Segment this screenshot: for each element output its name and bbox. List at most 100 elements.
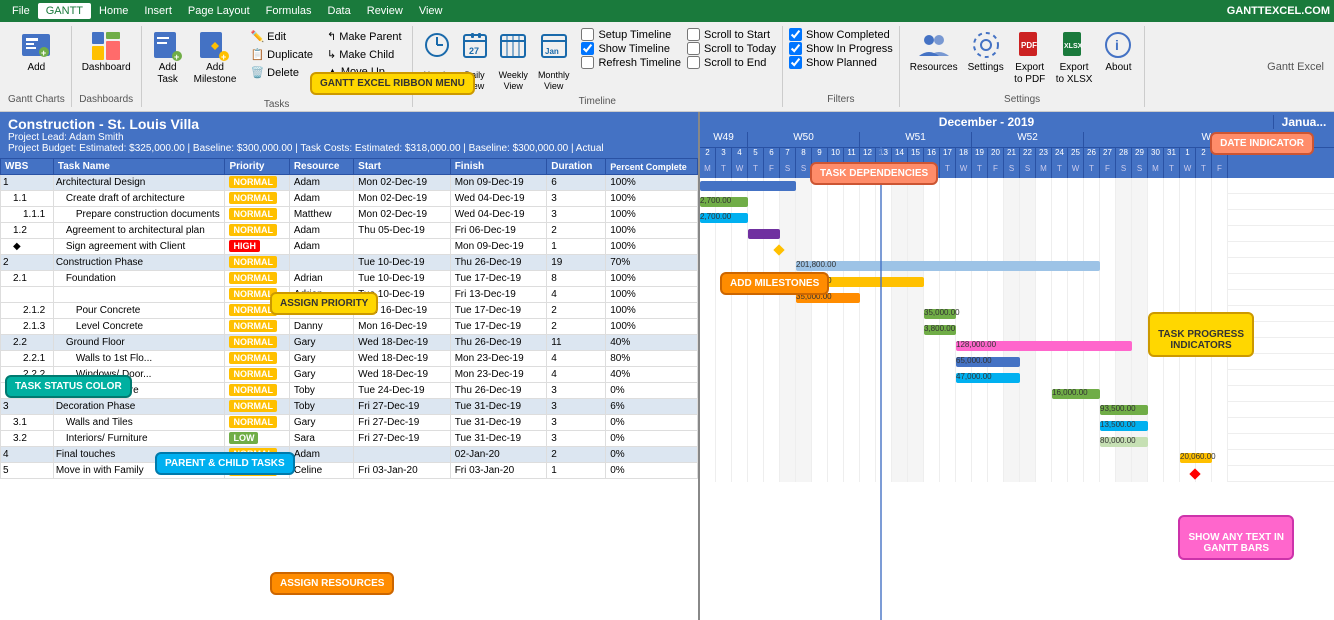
gantt-cell: [908, 290, 924, 306]
resources-button[interactable]: Resources: [906, 28, 962, 76]
export-pdf-button[interactable]: PDF Exportto PDF: [1010, 28, 1050, 88]
weekly-view-icon: [499, 30, 527, 70]
task-dependencies-callout: TASK DEPENDENCIES: [810, 162, 938, 185]
menu-page-layout[interactable]: Page Layout: [180, 3, 258, 19]
show-planned-checkbox[interactable]: Show Planned: [789, 56, 893, 69]
col-task-name: Task Name: [53, 159, 225, 175]
wbs-cell: 1: [1, 175, 54, 191]
menu-data[interactable]: Data: [320, 3, 359, 19]
col-pct: Percent Complete: [606, 159, 698, 175]
gantt-cell: [764, 434, 780, 450]
gantt-cell: [1212, 210, 1228, 226]
filters-group-label: Filters: [827, 92, 854, 105]
show-in-progress-checkbox[interactable]: Show In Progress: [789, 42, 893, 55]
scroll-to-start-checkbox[interactable]: Scroll to Start: [687, 28, 776, 41]
gantt-cell: [812, 354, 828, 370]
task-progress-text: TASK PROGRESS INDICATORS: [1158, 329, 1244, 351]
gantt-cell: [1052, 290, 1068, 306]
make-parent-button[interactable]: ↰Make Parent: [323, 28, 406, 45]
show-completed-checkbox[interactable]: Show Completed: [789, 28, 893, 41]
gantt-cell: [1020, 226, 1036, 242]
scroll-to-today-checkbox[interactable]: Scroll to Today: [687, 42, 776, 55]
add-button[interactable]: + Add: [16, 28, 56, 76]
monthly-view-button[interactable]: Jan MonthlyView: [534, 28, 574, 94]
gantt-cell: [1196, 434, 1212, 450]
show-planned-input[interactable]: [789, 56, 802, 69]
table-row[interactable]: ◆ Sign agreement with Client HIGH Adam M…: [1, 239, 698, 255]
setup-timeline-checkbox[interactable]: Setup Timeline: [581, 28, 681, 41]
table-row[interactable]: 4 Final touches NORMAL Adam 02-Jan-20 2 …: [1, 447, 698, 463]
menu-insert[interactable]: Insert: [136, 3, 180, 19]
menu-file[interactable]: File: [4, 3, 38, 19]
table-row[interactable]: 2.1.3 Level Concrete NORMAL Danny Mon 16…: [1, 319, 698, 335]
gantt-cell: [1212, 274, 1228, 290]
priority-cell: NORMAL: [225, 351, 289, 367]
gantt-cell: [1100, 258, 1116, 274]
day-sub: S: [780, 164, 796, 178]
make-parent-label: Make Parent: [339, 31, 401, 43]
table-row[interactable]: 1.2 Agreement to architectural plan NORM…: [1, 223, 698, 239]
scroll-to-end-input[interactable]: [687, 56, 700, 69]
show-in-progress-input[interactable]: [789, 42, 802, 55]
table-row[interactable]: 2.1 Foundation NORMAL Adrian Tue 10-Dec-…: [1, 271, 698, 287]
table-row[interactable]: 1 Architectural Design NORMAL Adam Mon 0…: [1, 175, 698, 191]
edit-button[interactable]: ✏️Edit: [246, 28, 317, 45]
menu-home[interactable]: Home: [91, 3, 136, 19]
gantt-cell: [892, 402, 908, 418]
menu-review[interactable]: Review: [359, 3, 411, 19]
svg-text:PDF: PDF: [1021, 41, 1037, 50]
gantt-cell: [700, 258, 716, 274]
refresh-timeline-input[interactable]: [581, 56, 594, 69]
show-timeline-checkbox[interactable]: Show Timeline: [581, 42, 681, 55]
table-row[interactable]: 3 Decoration Phase NORMAL Toby Fri 27-De…: [1, 399, 698, 415]
show-timeline-input[interactable]: [581, 42, 594, 55]
make-child-button[interactable]: ↳Make Child: [323, 46, 406, 63]
dashboard-button[interactable]: Dashboard: [78, 28, 135, 76]
delete-button[interactable]: 🗑️Delete: [246, 64, 317, 81]
day-header: 7: [780, 148, 796, 164]
gantt-cell: [1100, 242, 1116, 258]
weekly-view-button[interactable]: WeeklyView: [495, 28, 532, 94]
svg-text:XLSX: XLSX: [1064, 43, 1083, 50]
gantt-cell: [844, 386, 860, 402]
duplicate-button[interactable]: 📋Duplicate: [246, 46, 317, 63]
gantt-cell: [1004, 402, 1020, 418]
setup-timeline-input[interactable]: [581, 28, 594, 41]
table-row[interactable]: 2.2 Ground Floor NORMAL Gary Wed 18-Dec-…: [1, 335, 698, 351]
table-row[interactable]: 1.1.1 Prepare construction documents NOR…: [1, 207, 698, 223]
task-name-cell: Walls and Tiles: [53, 415, 225, 431]
settings-button[interactable]: Settings: [964, 28, 1008, 76]
table-row[interactable]: 3.1 Walls and Tiles NORMAL Gary Fri 27-D…: [1, 415, 698, 431]
table-row[interactable]: 1.1 Create draft of architecture NORMAL …: [1, 191, 698, 207]
add-task-button[interactable]: + AddTask: [148, 28, 188, 88]
menu-view[interactable]: View: [411, 3, 451, 19]
show-completed-input[interactable]: [789, 28, 802, 41]
start-cell: Fri 27-Dec-19: [354, 399, 451, 415]
about-button[interactable]: i About: [1098, 28, 1138, 76]
menu-gantt[interactable]: GANTT: [38, 3, 91, 19]
task-name-cell: Create draft of architecture: [53, 191, 225, 207]
scroll-to-start-input[interactable]: [687, 28, 700, 41]
gantt-cell: [732, 450, 748, 466]
table-row[interactable]: 2.2.1 Walls to 1st Flo... NORMAL Gary We…: [1, 351, 698, 367]
task-progress-callout: TASK PROGRESS INDICATORS: [1148, 312, 1254, 357]
add-milestone-label: AddMilestone: [194, 62, 237, 86]
scroll-to-today-input[interactable]: [687, 42, 700, 55]
gantt-cell: [700, 226, 716, 242]
table-row[interactable]: 2 Construction Phase NORMAL Tue 10-Dec-1…: [1, 255, 698, 271]
scroll-to-end-checkbox[interactable]: Scroll to End: [687, 56, 776, 69]
menu-formulas[interactable]: Formulas: [258, 3, 320, 19]
add-milestone-button[interactable]: + AddMilestone: [190, 28, 241, 88]
gantt-cell: [1020, 450, 1036, 466]
gantt-cell: [972, 274, 988, 290]
table-row[interactable]: 5 Move in with Family NORMAL Celine Fri …: [1, 463, 698, 479]
gantt-cell: [748, 194, 764, 210]
refresh-timeline-checkbox[interactable]: Refresh Timeline: [581, 56, 681, 69]
col-duration: Duration: [547, 159, 606, 175]
gantt-cell: [812, 402, 828, 418]
table-row[interactable]: 3.2 Interiors/ Furniture LOW Sara Fri 27…: [1, 431, 698, 447]
gantt-cell: [1020, 274, 1036, 290]
gantt-cell: [1180, 226, 1196, 242]
wbs-cell: 2.2: [1, 335, 54, 351]
export-xlsx-button[interactable]: XLSX Exportto XLSX: [1052, 28, 1097, 88]
